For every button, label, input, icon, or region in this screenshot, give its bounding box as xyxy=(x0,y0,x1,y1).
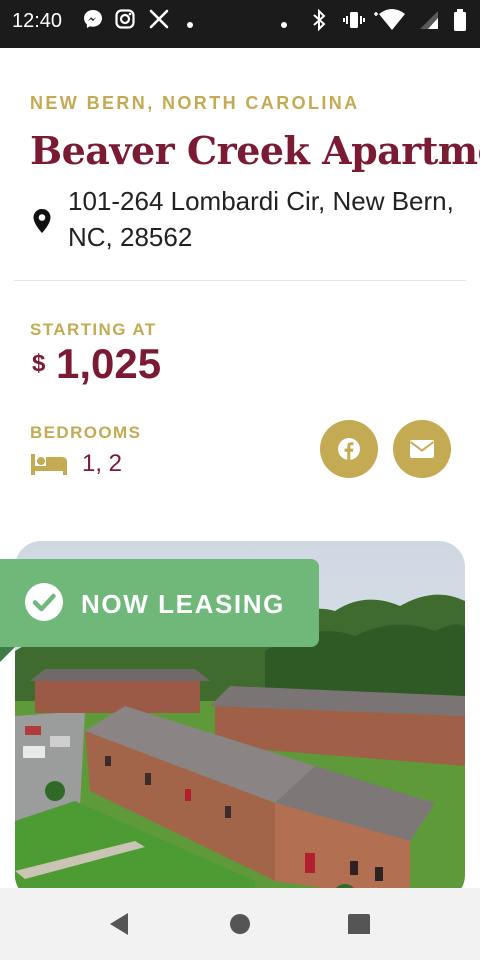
now-leasing-banner: NOW LEASING xyxy=(0,559,319,647)
vibrate-icon xyxy=(342,8,366,37)
price-value: 1,025 xyxy=(56,340,162,387)
bluetooth-icon xyxy=(310,8,328,37)
property-address: 101-264 Lombardi Cir, New Bern, NC, 2856… xyxy=(68,186,454,252)
battery-icon xyxy=(452,8,468,37)
facebook-icon xyxy=(338,438,360,460)
dot-icon xyxy=(186,16,194,34)
signal-icon xyxy=(416,8,440,37)
instagram-icon xyxy=(114,8,136,35)
envelope-icon xyxy=(409,440,435,458)
dot-icon xyxy=(280,16,288,34)
facebook-share-button[interactable] xyxy=(320,420,378,478)
bed-icon xyxy=(30,452,68,481)
starting-at-label: STARTING AT xyxy=(30,320,157,339)
check-circle-icon xyxy=(24,582,64,627)
messenger-icon xyxy=(82,8,104,35)
banner-fold xyxy=(0,647,15,662)
wifi-icon xyxy=(370,8,406,37)
bedrooms-label: BEDROOMS xyxy=(30,423,142,442)
status-time: 12:40 xyxy=(12,10,63,32)
home-icon[interactable] xyxy=(228,910,256,938)
bedrooms-value: 1, 2 xyxy=(82,450,123,477)
price-currency: $ xyxy=(32,350,46,377)
status-bar: 12:40 xyxy=(0,0,480,48)
property-location: NEW BERN, NORTH CAROLINA xyxy=(30,93,360,113)
x-icon xyxy=(148,8,170,35)
email-share-button[interactable] xyxy=(393,420,451,478)
now-leasing-text: NOW LEASING xyxy=(81,589,285,619)
navigation-bar xyxy=(0,888,480,960)
divider xyxy=(14,280,466,281)
map-pin-icon xyxy=(32,208,52,239)
recents-icon[interactable] xyxy=(347,910,375,938)
property-title: Beaver Creek Apartments xyxy=(30,128,480,173)
property-page: NEW BERN, NORTH CAROLINA Beaver Creek Ap… xyxy=(0,48,480,888)
back-icon[interactable] xyxy=(106,910,134,938)
